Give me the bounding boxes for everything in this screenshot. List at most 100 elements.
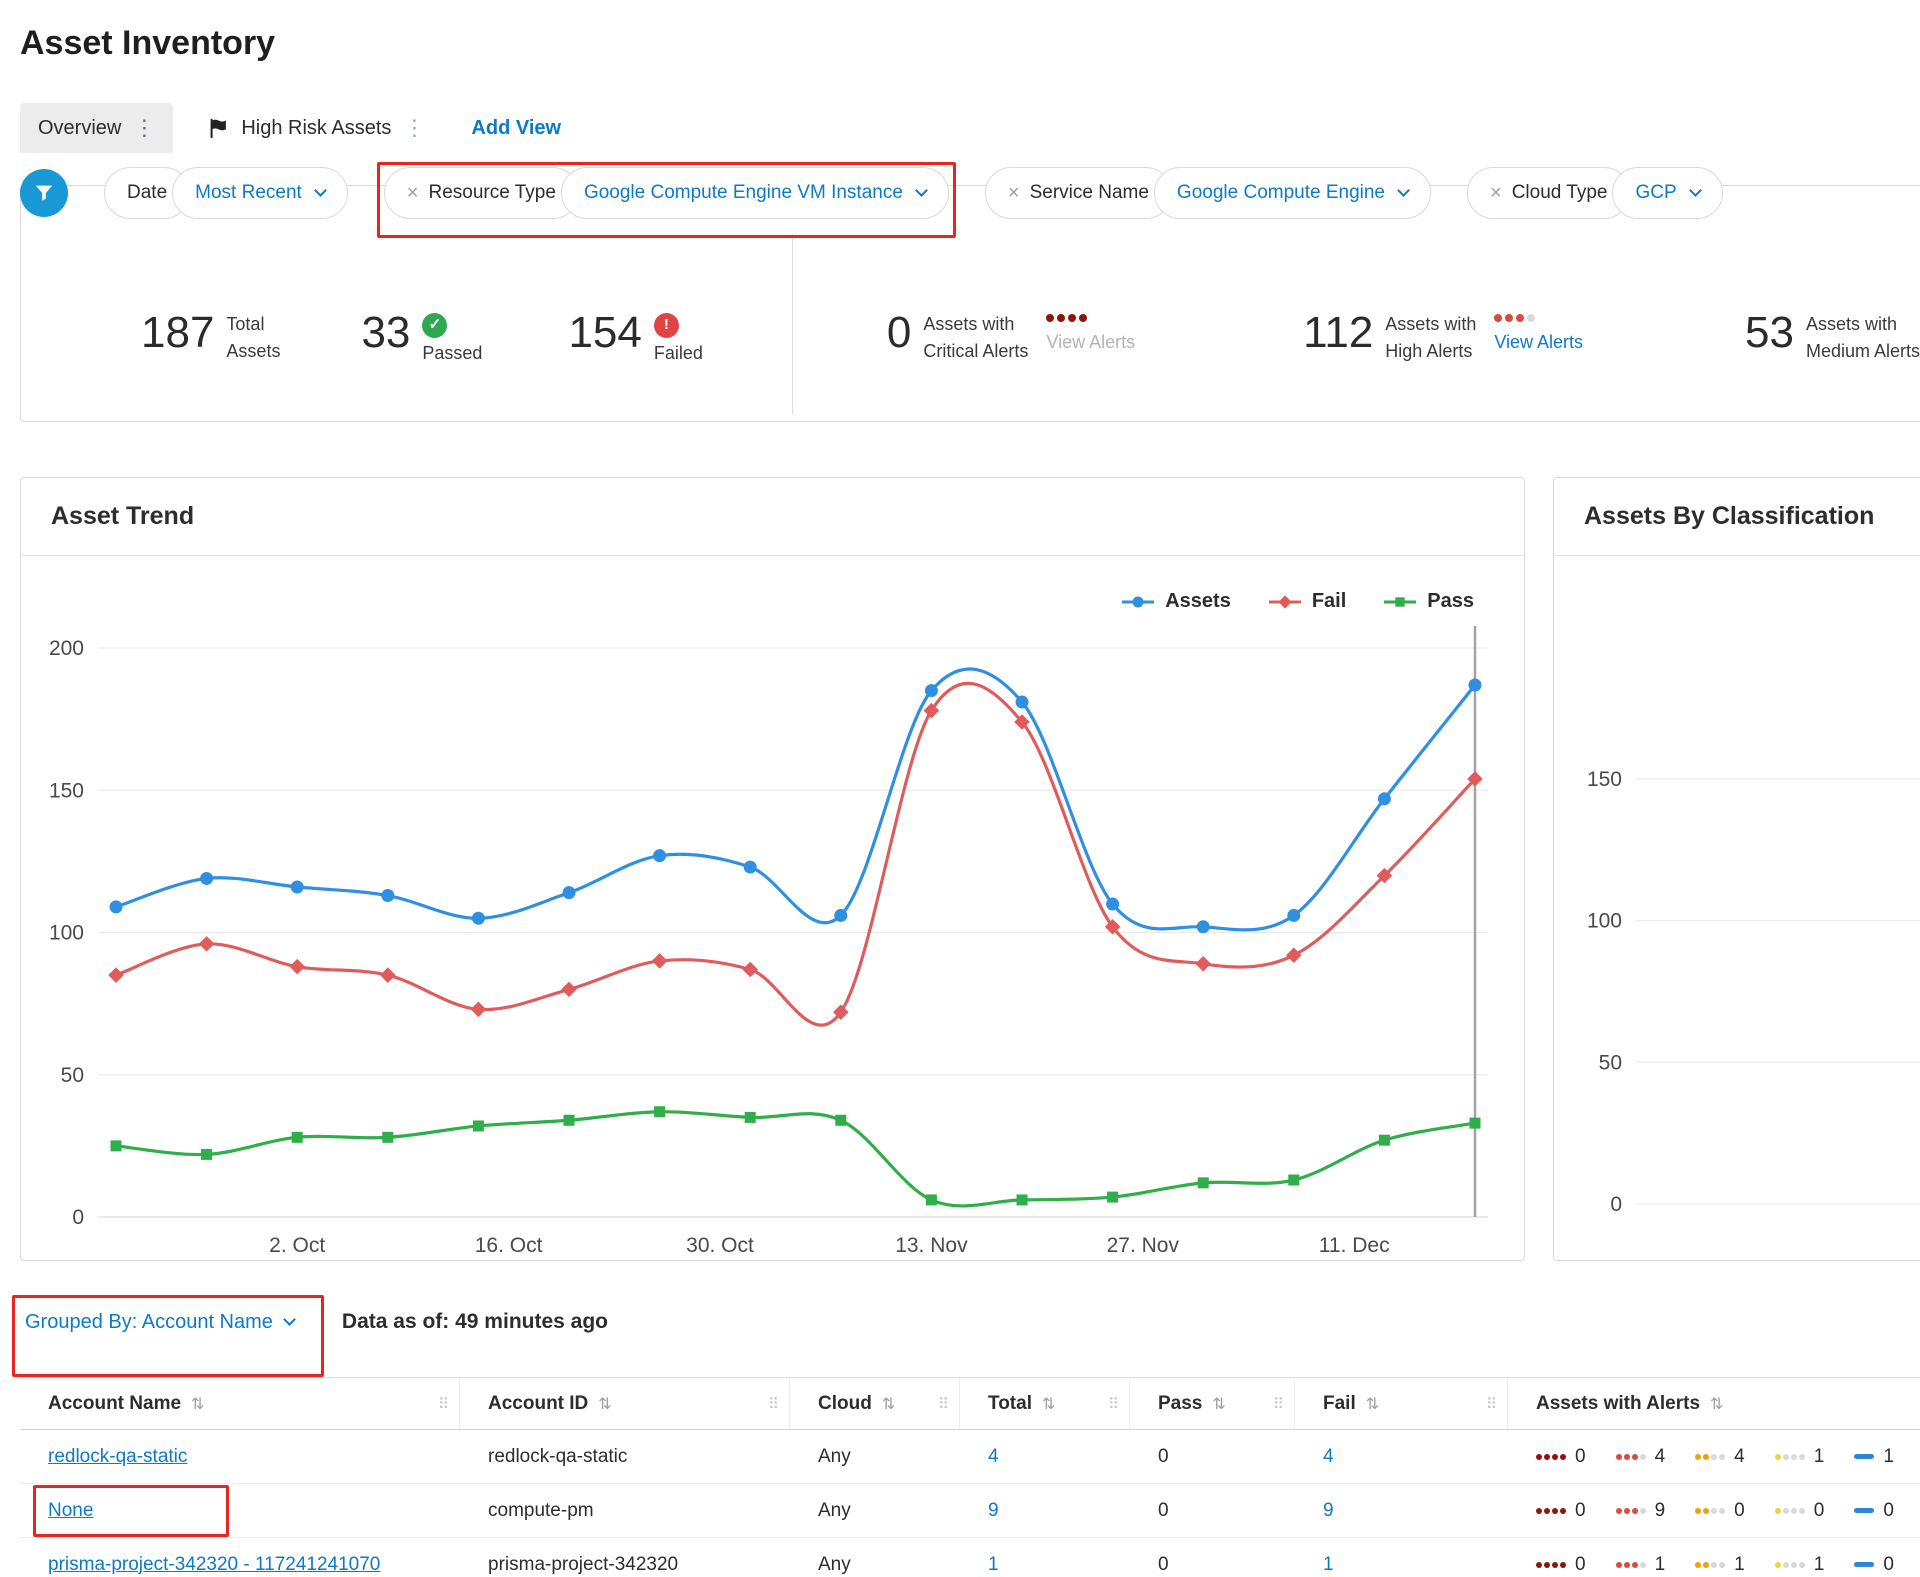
account-name-link[interactable]: prisma-project-342320 - 117241241070 (48, 1554, 380, 1576)
stat-critical-alerts: 0 Assets with Critical Alerts View Alert… (887, 312, 1135, 362)
info-alert-count[interactable]: 0 (1854, 1500, 1894, 1522)
filter-icon[interactable] (20, 169, 68, 217)
total-link[interactable]: 1 (988, 1554, 999, 1576)
add-view-button[interactable]: Add View (471, 117, 561, 140)
drag-handle-icon[interactable]: ⠿ (1273, 1395, 1284, 1413)
tab-overview[interactable]: Overview ⋮ (20, 103, 173, 153)
chevron-down-icon (1689, 184, 1702, 197)
view-tabs: Overview ⋮ High Risk Assets ⋮ Add View (20, 103, 1920, 153)
drag-handle-icon[interactable]: ⠿ (768, 1395, 779, 1413)
data-as-of-label: Data as of: 49 minutes ago (342, 1310, 608, 1334)
critical-alert-count[interactable]: 0 (1536, 1446, 1586, 1468)
close-icon[interactable]: × (1008, 182, 1020, 205)
low-alert-count[interactable]: 1 (1775, 1446, 1825, 1468)
high-alert-count[interactable]: 4 (1616, 1446, 1666, 1468)
fail-link[interactable]: 9 (1323, 1500, 1334, 1522)
medium-alert-count[interactable]: 1 (1695, 1554, 1745, 1576)
info-alert-count[interactable]: 0 (1854, 1554, 1894, 1576)
low-alert-count[interactable]: 1 (1775, 1554, 1825, 1576)
legend-assets[interactable]: Assets (1120, 590, 1231, 613)
flag-icon (207, 116, 229, 140)
assets-table: Account Name ⇅ ⠿ Account ID ⇅ ⠿ Cloud ⇅ … (20, 1377, 1920, 1577)
medium-alert-count[interactable]: 4 (1695, 1446, 1745, 1468)
medium-alerts-label-2: Medium Alerts (1806, 340, 1920, 363)
column-header-account-id[interactable]: Account ID ⇅ ⠿ (460, 1378, 790, 1429)
account-name-link[interactable]: None (48, 1500, 93, 1522)
view-high-alerts-link[interactable]: View Alerts (1494, 332, 1583, 353)
alert-count-value: 4 (1655, 1446, 1666, 1468)
medium-alerts-value: 53 (1745, 312, 1794, 354)
critical-severity-icon (1536, 1454, 1566, 1460)
fail-link[interactable]: 1 (1323, 1554, 1334, 1576)
column-header-label: Cloud (818, 1393, 872, 1415)
column-header-label: Assets with Alerts (1536, 1393, 1700, 1415)
column-header-assets-with-alerts[interactable]: Assets with Alerts ⇅ ⠿ (1508, 1378, 1920, 1429)
tab-overview-menu-icon[interactable]: ⋮ (133, 117, 155, 139)
account-name-cell: redlock-qa-static (20, 1430, 460, 1483)
sort-icon[interactable]: ⇅ (1042, 1394, 1055, 1414)
check-circle-icon: ✓ (422, 313, 447, 338)
filter-date-value-dropdown[interactable]: Most Recent (172, 167, 348, 219)
svg-text:27. Nov: 27. Nov (1107, 1234, 1180, 1257)
filter-service-name-value-dropdown[interactable]: Google Compute Engine (1154, 167, 1431, 219)
high-severity-icon (1616, 1562, 1646, 1568)
close-icon[interactable]: × (407, 182, 419, 205)
stats-panel: 187 Total Assets 33 ✓ Passed 154 ! Faile… (20, 185, 1920, 422)
sort-icon[interactable]: ⇅ (598, 1394, 611, 1414)
legend-label: Assets (1165, 590, 1231, 613)
critical-severity-icon (1536, 1562, 1566, 1568)
column-header-cloud[interactable]: Cloud ⇅ ⠿ (790, 1378, 960, 1429)
medium-alert-count[interactable]: 0 (1695, 1500, 1745, 1522)
sort-icon[interactable]: ⇅ (1212, 1394, 1225, 1414)
drag-handle-icon[interactable]: ⠿ (438, 1395, 449, 1413)
high-alert-count[interactable]: 1 (1616, 1554, 1666, 1576)
column-header-account-name[interactable]: Account Name ⇅ ⠿ (20, 1378, 460, 1429)
table-row: prisma-project-342320 - 117241241070pris… (20, 1538, 1920, 1577)
filter-cloud-type-label-text: Cloud Type (1512, 182, 1608, 204)
alert-count-value: 4 (1734, 1446, 1745, 1468)
critical-alert-count[interactable]: 0 (1536, 1500, 1586, 1522)
column-header-fail[interactable]: Fail ⇅ ⠿ (1295, 1378, 1508, 1429)
column-header-label: Account ID (488, 1393, 588, 1415)
column-header-label: Account Name (48, 1393, 181, 1415)
filter-service-name: × Service Name Google Compute Engine (985, 167, 1431, 219)
chevron-down-icon (1397, 184, 1410, 197)
chevron-down-icon (915, 184, 928, 197)
svg-text:150: 150 (1587, 768, 1622, 791)
account-name-link[interactable]: redlock-qa-static (48, 1446, 187, 1468)
drag-handle-icon[interactable]: ⠿ (1486, 1395, 1497, 1413)
assets-with-alerts-cell: 0 1 1 1 0 (1508, 1538, 1920, 1577)
medium-severity-icon (1695, 1562, 1725, 1568)
tab-high-risk-assets[interactable]: High Risk Assets ⋮ (189, 103, 443, 153)
filter-resource-type-value-dropdown[interactable]: Google Compute Engine VM Instance (561, 167, 949, 219)
sort-icon[interactable]: ⇅ (882, 1394, 895, 1414)
info-alert-count[interactable]: 1 (1854, 1446, 1894, 1468)
fail-link[interactable]: 4 (1323, 1446, 1334, 1468)
sort-icon[interactable]: ⇅ (191, 1394, 204, 1414)
high-alerts-label-1: Assets with (1385, 313, 1476, 336)
grouped-by-dropdown[interactable]: Grouped By: Account Name (25, 1311, 294, 1334)
high-alert-count[interactable]: 9 (1616, 1500, 1666, 1522)
medium-severity-icon (1695, 1508, 1725, 1514)
svg-text:13. Nov: 13. Nov (895, 1234, 968, 1257)
sort-icon[interactable]: ⇅ (1366, 1394, 1379, 1414)
column-header-label: Fail (1323, 1393, 1356, 1415)
drag-handle-icon[interactable]: ⠿ (938, 1395, 949, 1413)
total-link[interactable]: 9 (988, 1500, 999, 1522)
legend-pass[interactable]: Pass (1382, 590, 1474, 613)
critical-alert-count[interactable]: 0 (1536, 1554, 1586, 1576)
drag-handle-icon[interactable]: ⠿ (1108, 1395, 1119, 1413)
filter-cloud-type-value-dropdown[interactable]: GCP (1612, 167, 1722, 219)
tab-high-risk-menu-icon[interactable]: ⋮ (403, 117, 425, 139)
low-alert-count[interactable]: 0 (1775, 1500, 1825, 1522)
classification-title: Assets By Classification (1554, 478, 1920, 556)
table-row: Nonecompute-pmAny90909000 (20, 1484, 1920, 1538)
column-header-total[interactable]: Total ⇅ ⠿ (960, 1378, 1130, 1429)
fail-cell: 1 (1295, 1538, 1508, 1577)
svg-text:150: 150 (49, 779, 84, 802)
total-link[interactable]: 4 (988, 1446, 999, 1468)
close-icon[interactable]: × (1490, 182, 1502, 205)
sort-icon[interactable]: ⇅ (1710, 1394, 1723, 1414)
legend-fail[interactable]: Fail (1267, 590, 1346, 613)
column-header-pass[interactable]: Pass ⇅ ⠿ (1130, 1378, 1295, 1429)
